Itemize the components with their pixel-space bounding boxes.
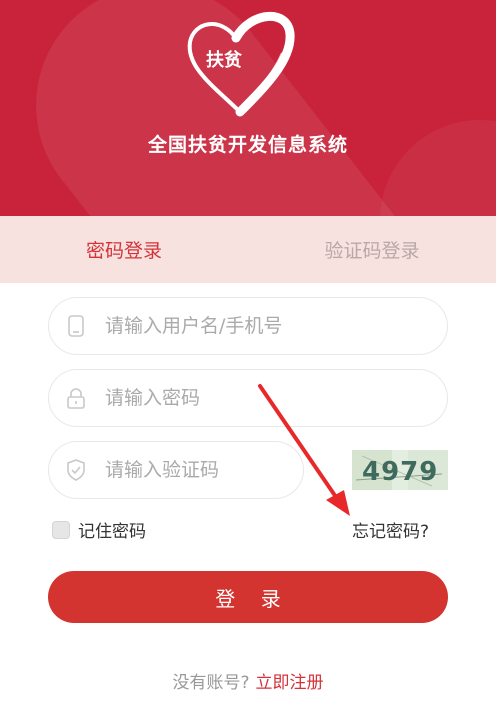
- login-button[interactable]: 登 录: [48, 571, 448, 623]
- password-field[interactable]: [48, 369, 448, 427]
- login-page: 扶贫 全国扶贫开发信息系统 密码登录 验证码登录 请输入用户名/手机号 请输入验…: [0, 0, 496, 701]
- remember-password[interactable]: 记住密码: [52, 517, 146, 542]
- heart-logo-icon: 扶贫: [187, 12, 295, 117]
- register-row: 没有账号? 立即注册: [0, 668, 496, 693]
- forgot-password-link[interactable]: 忘记密码?: [352, 517, 429, 542]
- tab-code-login[interactable]: 验证码登录: [248, 216, 496, 283]
- captcha-input[interactable]: [105, 459, 265, 481]
- captcha-code: 4979: [362, 457, 438, 487]
- remember-checkbox[interactable]: [52, 520, 70, 539]
- register-question: 没有账号?: [172, 673, 250, 693]
- captcha-image[interactable]: 4979: [352, 450, 448, 490]
- login-tabs: 密码登录 验证码登录: [0, 216, 496, 283]
- lock-icon: [65, 387, 87, 409]
- logo-text-top: 扶贫: [206, 49, 243, 71]
- shield-icon: [65, 459, 87, 481]
- register-link[interactable]: 立即注册: [256, 673, 324, 693]
- captcha-field[interactable]: [48, 441, 304, 499]
- phone-icon: [65, 315, 87, 337]
- username-field[interactable]: [48, 297, 448, 355]
- header-banner: 扶贫 全国扶贫开发信息系统: [0, 0, 496, 216]
- tab-password-login[interactable]: 密码登录: [0, 216, 248, 283]
- remember-label: 记住密码: [78, 522, 146, 542]
- password-input[interactable]: [105, 387, 405, 409]
- app-title: 全国扶贫开发信息系统: [147, 134, 348, 156]
- username-input[interactable]: [105, 315, 405, 337]
